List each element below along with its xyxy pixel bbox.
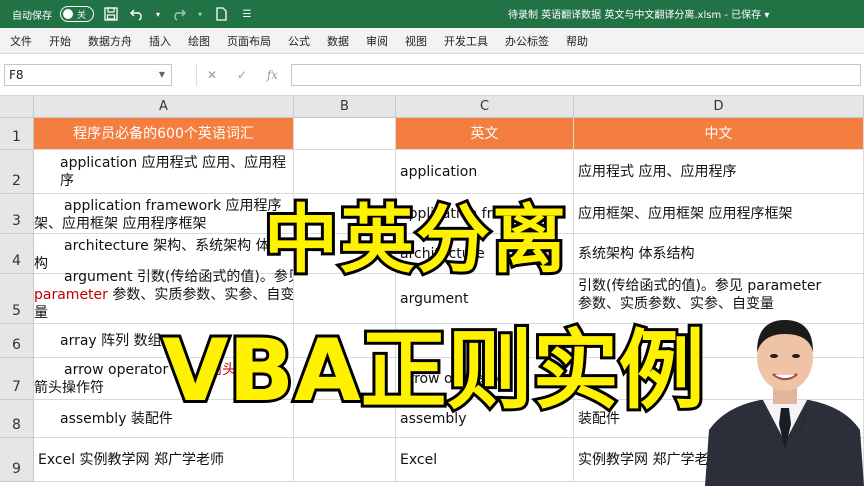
enter-icon[interactable]: ✓ xyxy=(237,68,247,82)
cell-c9[interactable]: Excel xyxy=(396,438,574,482)
column-header-a[interactable]: A xyxy=(34,96,294,118)
cell-d1[interactable]: 中文 xyxy=(574,118,864,150)
name-box-value: F8 xyxy=(9,68,24,82)
row-header-5[interactable]: 5 xyxy=(0,274,34,324)
cell-d3[interactable]: 应用框架、应用框架 应用程序框架 xyxy=(574,194,864,234)
cell-a4-line1: architecture 架构、系统架构 体系 xyxy=(64,238,284,254)
tab-file[interactable]: 文件 xyxy=(10,33,32,49)
overlay-title-line1: 中英分离 xyxy=(261,194,569,286)
cell-a3[interactable]: application framework 应用程序 架、应用框架 应用程序框架 xyxy=(34,194,294,234)
column-header-b[interactable]: B xyxy=(294,96,396,118)
name-box[interactable]: F8 ▼ xyxy=(4,64,172,86)
cell-c1[interactable]: 英文 xyxy=(396,118,574,150)
tab-developer[interactable]: 开发工具 xyxy=(444,33,488,49)
formula-input[interactable] xyxy=(291,64,861,86)
row-header-4[interactable]: 4 xyxy=(0,234,34,274)
tab-review[interactable]: 审阅 xyxy=(366,33,388,49)
autosave-label: 自动保存 xyxy=(12,10,52,22)
cell-a5-keyword: parameter xyxy=(34,287,108,303)
toggle-knob xyxy=(63,9,73,19)
undo-dropdown-icon[interactable]: ▾ xyxy=(154,5,162,23)
tab-home[interactable]: 开始 xyxy=(49,33,71,49)
cell-a3-line1: application framework 应用程序 xyxy=(64,198,282,214)
autosave-toggle[interactable]: 关 xyxy=(60,6,94,22)
cell-b1[interactable] xyxy=(294,118,396,150)
tab-page-layout[interactable]: 页面布局 xyxy=(227,33,271,49)
row-header-2[interactable]: 2 xyxy=(0,150,34,194)
tab-draw[interactable]: 绘图 xyxy=(188,33,210,49)
overlay-title-line2: VBA正则实例 xyxy=(159,318,708,424)
cell-a2[interactable]: application 应用程式 应用、应用程序 xyxy=(34,150,294,194)
autosave-state: 关 xyxy=(77,10,87,21)
cell-d2[interactable]: 应用程式 应用、应用程序 xyxy=(574,150,864,194)
formula-bar: F8 ▼ ✕ ✓ fx xyxy=(0,54,864,96)
cancel-icon[interactable]: ✕ xyxy=(207,68,217,82)
cell-a1[interactable]: 程序员必备的600个英语词汇 xyxy=(34,118,294,150)
row-header-3[interactable]: 3 xyxy=(0,194,34,234)
cell-a9[interactable]: Excel 实例教学网 郑广学老师 xyxy=(34,438,294,482)
cell-a5-line1: argument 引数(传给函式的值)。参见 xyxy=(64,269,294,285)
redo-dropdown-icon[interactable]: ▾ xyxy=(196,5,204,23)
tab-formulas[interactable]: 公式 xyxy=(288,33,310,49)
customize-icon[interactable]: ☰ xyxy=(238,5,256,23)
column-header-d[interactable]: D xyxy=(574,96,864,118)
row-header-8[interactable]: 8 xyxy=(0,400,34,438)
chevron-down-icon[interactable]: ▼ xyxy=(159,65,165,85)
cell-a7-line1-text: arrow operator xyxy=(64,362,169,378)
row-header-7[interactable]: 7 xyxy=(0,358,34,400)
title-bar: 自动保存 关 ▾ ▾ ☰ 待录制 英语翻译数据 英文与中文翻译分离.xlsm -… xyxy=(0,0,864,28)
undo-icon[interactable] xyxy=(128,5,146,23)
fx-icon[interactable]: fx xyxy=(267,68,278,82)
row-header-6[interactable]: 6 xyxy=(0,324,34,358)
tab-view[interactable]: 视图 xyxy=(405,33,427,49)
window-title: 待录制 英语翻译数据 英文与中文翻译分离.xlsm - 已保存 ▾ xyxy=(508,10,770,21)
cell-a3-line2: 架、应用框架 应用程序框架 xyxy=(34,216,207,232)
select-all-corner[interactable] xyxy=(0,96,34,118)
column-header-c[interactable]: C xyxy=(396,96,574,118)
cell-d4[interactable]: 系统架构 体系结构 xyxy=(574,234,864,274)
tab-office-tabs[interactable]: 办公标签 xyxy=(505,33,549,49)
row-header-9[interactable]: 9 xyxy=(0,438,34,482)
formula-buttons: ✕ ✓ fx xyxy=(196,64,288,86)
ribbon-tabs: 文件 开始 数据方舟 插入 绘图 页面布局 公式 数据 审阅 视图 开发工具 办… xyxy=(0,28,864,54)
file-icon[interactable] xyxy=(212,5,230,23)
presenter-photo xyxy=(705,320,864,486)
tab-data[interactable]: 数据 xyxy=(327,33,349,49)
cell-d5-line1: 引数(传给函式的值)。参见 parameter xyxy=(578,278,822,294)
row-header-1[interactable]: 1 xyxy=(0,118,34,150)
save-icon[interactable] xyxy=(102,5,120,23)
tab-data-ark[interactable]: 数据方舟 xyxy=(88,33,132,49)
redo-icon[interactable] xyxy=(170,5,188,23)
cell-b9[interactable] xyxy=(294,438,396,482)
tab-insert[interactable]: 插入 xyxy=(149,33,171,49)
tab-help[interactable]: 帮助 xyxy=(566,33,588,49)
